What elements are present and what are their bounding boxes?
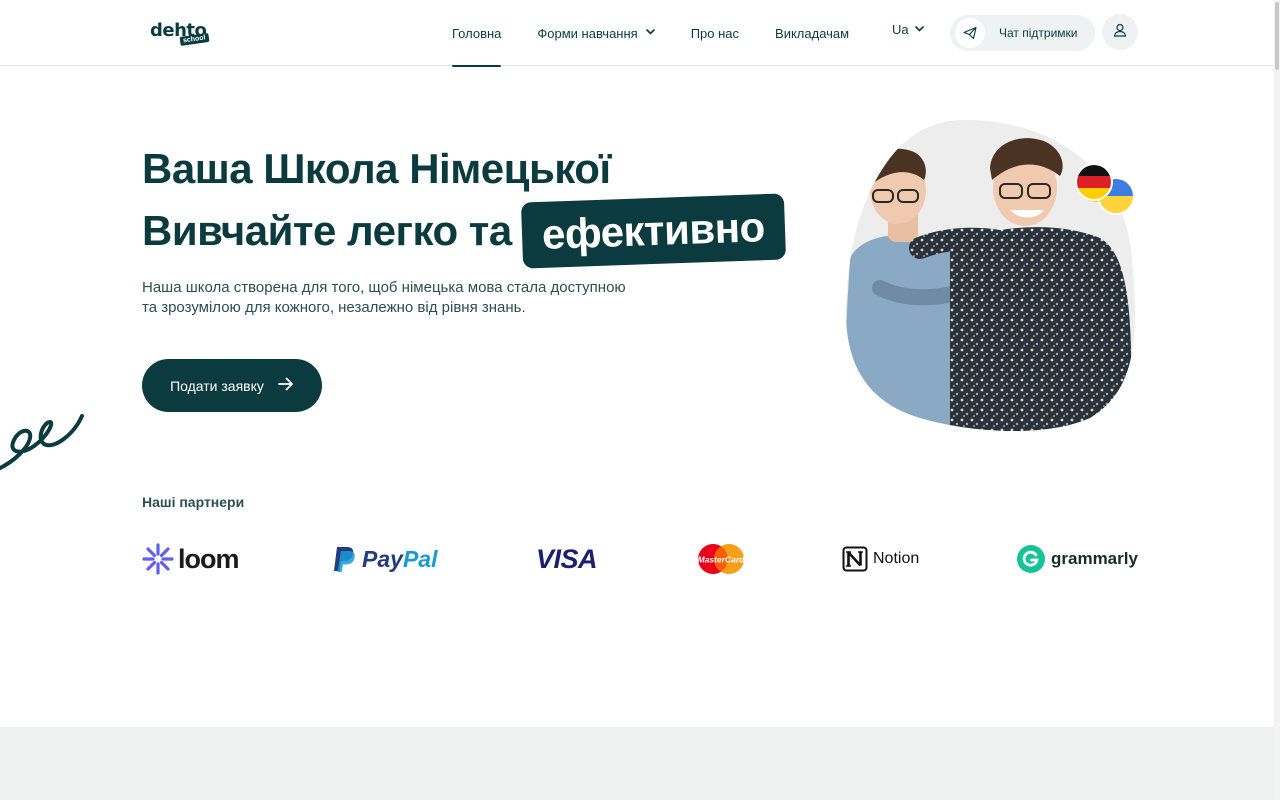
- apply-button-label: Подати заявку: [170, 377, 264, 394]
- partners-logos: loom PayPal VISA MasterCard Notion gramm…: [142, 538, 1138, 580]
- chevron-down-icon: [645, 27, 655, 38]
- nav-item-label: Форми навчання: [537, 25, 638, 41]
- chevron-down-icon: [914, 24, 924, 35]
- site-logo[interactable]: dehto school: [150, 20, 210, 48]
- support-chat-label: Чат підтримки: [999, 26, 1078, 40]
- paypal-logo-icon: [334, 547, 355, 572]
- paypal-text-pal: Pal: [402, 545, 438, 572]
- telegram-plane-icon: [955, 18, 985, 48]
- hero-title-line2-wrap: Вивчайте легко та ефективно: [142, 193, 786, 269]
- main-nav: Головна Форми навчання Про нас Викладача…: [452, 0, 849, 67]
- notion-logo-text: Notion: [873, 550, 920, 567]
- partner-notion[interactable]: Notion: [842, 538, 919, 580]
- partner-mastercard[interactable]: MasterCard: [696, 538, 746, 580]
- squiggle-decoration-icon: [0, 414, 84, 471]
- mastercard-logo-text: MasterCard: [698, 555, 746, 565]
- site-header: dehto school Головна Форми навчання Про …: [0, 0, 1280, 67]
- partner-loom[interactable]: loom: [142, 538, 239, 580]
- scrollbar-thumb[interactable]: [1275, 2, 1279, 70]
- paypal-logo-text: PayPal: [362, 546, 437, 573]
- nav-item-home[interactable]: Головна: [452, 0, 502, 67]
- hero-title: Ваша Школа Німецької Вивчайте легко та е…: [142, 140, 786, 269]
- hero-title-line2: Вивчайте легко та: [142, 207, 512, 254]
- user-icon: [1113, 23, 1127, 42]
- grammarly-logo-icon: [1017, 545, 1045, 573]
- paypal-text-pay: Pay: [362, 545, 403, 572]
- user-account-button[interactable]: [1102, 14, 1138, 50]
- notion-logo-icon: [842, 546, 868, 572]
- nav-item-learning-forms[interactable]: Форми навчання: [537, 0, 655, 66]
- loom-logo-text: loom: [178, 543, 239, 574]
- nav-item-teachers[interactable]: Викладачам: [775, 0, 849, 66]
- loom-logo-icon: [142, 543, 174, 575]
- partner-grammarly[interactable]: grammarly: [1016, 538, 1138, 580]
- hero-description: Наша школа створена для того, щоб німець…: [142, 279, 626, 316]
- hero-photo-illustration: [845, 119, 1136, 432]
- next-section-band: [0, 727, 1280, 800]
- partner-paypal[interactable]: PayPal: [332, 538, 437, 580]
- nav-item-label: Головна: [452, 25, 502, 41]
- hero-title-line1: Ваша Школа Німецької: [142, 145, 611, 192]
- nav-item-about[interactable]: Про нас: [691, 0, 739, 66]
- language-selector[interactable]: Ua: [892, 22, 924, 37]
- partner-visa[interactable]: VISA: [536, 538, 598, 580]
- mastercard-logo-icon: MasterCard: [698, 544, 746, 574]
- grammarly-logo-text: grammarly: [1051, 549, 1138, 568]
- support-chat-button[interactable]: Чат підтримки: [950, 15, 1095, 51]
- partners-title: Наші партнери: [142, 494, 245, 510]
- nav-item-label: Викладачам: [775, 25, 850, 41]
- arrow-right-icon: [278, 375, 294, 396]
- hero-title-highlight: ефективно: [520, 193, 786, 269]
- visa-logo-text: VISA: [536, 543, 598, 574]
- nav-item-label: Про нас: [690, 25, 740, 41]
- language-label: Ua: [892, 22, 909, 37]
- page-scrollbar[interactable]: [1274, 0, 1280, 800]
- apply-button[interactable]: Подати заявку: [142, 359, 322, 412]
